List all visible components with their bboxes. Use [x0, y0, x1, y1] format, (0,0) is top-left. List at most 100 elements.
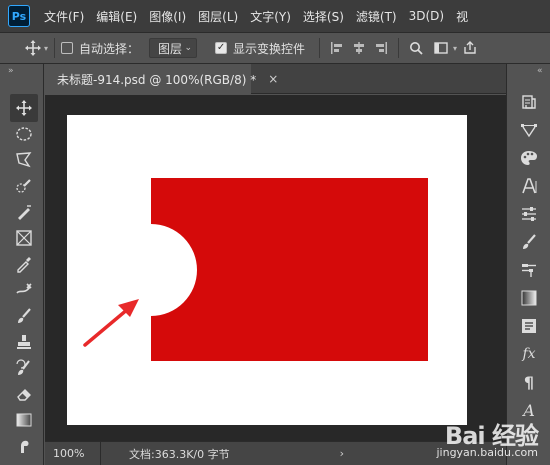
clone-stamp-tool[interactable]	[10, 328, 38, 356]
color-palette-icon	[521, 151, 537, 165]
document-tab-title: 未标题-914.psd @ 100%(RGB/8) *	[57, 72, 257, 87]
gradient-icon	[16, 413, 32, 427]
panel-collapse-grip[interactable]: «	[537, 66, 543, 76]
auto-select-target-value: 图层	[158, 41, 183, 56]
smudge-tool[interactable]	[10, 432, 38, 460]
align-right-icon	[376, 42, 388, 54]
align-center-icon	[354, 42, 365, 54]
eraser-icon	[17, 389, 31, 401]
paragraph-panel-button[interactable]: ¶	[515, 368, 543, 396]
document-tab[interactable]: 未标题-914.psd @ 100%(RGB/8) * ×	[45, 64, 278, 94]
menu-edit[interactable]: 编辑(E)	[90, 8, 143, 25]
show-transform-label: 显示变换控件	[233, 41, 306, 56]
fx-icon: fx	[522, 346, 536, 362]
align-right-button[interactable]	[370, 38, 392, 58]
eraser-tool[interactable]	[10, 380, 38, 408]
quick-selection-icon	[16, 179, 31, 193]
document-info[interactable]: 文档:363.3K/0 字节	[129, 446, 230, 462]
move-icon	[25, 40, 41, 56]
styles-panel-button[interactable]: fx	[515, 340, 543, 368]
panel-collapse-grip[interactable]: »	[0, 64, 43, 78]
menu-layer[interactable]: 图层(L)	[192, 8, 244, 25]
frame-icon	[16, 230, 32, 246]
menu-filter[interactable]: 滤镜(T)	[350, 8, 403, 25]
menu-select[interactable]: 选择(S)	[297, 8, 350, 25]
auto-select-checkbox[interactable]	[61, 42, 74, 54]
history-icon	[522, 95, 536, 109]
libraries-icon	[522, 319, 536, 333]
glyphs-panel-button[interactable]: A	[515, 396, 543, 424]
workspace-button[interactable]	[431, 38, 453, 58]
menu-file[interactable]: 文件(F)	[38, 8, 90, 25]
align-left-button[interactable]	[326, 38, 348, 58]
align-center-button[interactable]	[348, 38, 370, 58]
history-brush-icon	[16, 359, 30, 375]
history-brush-tool[interactable]	[10, 354, 38, 382]
canvas-artwork	[83, 178, 428, 361]
eyedropper-tool[interactable]	[10, 250, 38, 278]
history-panel-button[interactable]	[515, 88, 543, 116]
menu-image[interactable]: 图像(I)	[143, 8, 192, 25]
frame-tool[interactable]	[10, 224, 38, 252]
annotation-arrow	[83, 299, 139, 347]
character-panel-button[interactable]	[515, 172, 543, 200]
ellipse-selection-icon	[16, 127, 32, 141]
chevron-down-icon: ⌄	[184, 43, 193, 53]
workspace-chevron-icon[interactable]: ▾	[453, 44, 457, 53]
menu-bar: Ps 文件(F) 编辑(E) 图像(I) 图层(L) 文字(Y) 选择(S) 滤…	[0, 0, 550, 32]
spot-healing-icon	[16, 283, 32, 294]
close-icon[interactable]: ×	[268, 72, 278, 86]
tools-panel: »	[0, 64, 44, 465]
divider	[319, 38, 321, 58]
options-bar: ▾ 自动选择： 图层 ⌄ ✓ 显示变换控件 ▾	[0, 32, 550, 64]
pilcrow-icon: ¶	[523, 372, 535, 392]
polygonal-lasso-icon	[16, 152, 32, 168]
crop-tool[interactable]	[10, 198, 38, 226]
gradients-panel-button[interactable]	[515, 284, 543, 312]
brush-icon	[18, 308, 31, 323]
lasso-tool[interactable]	[10, 146, 38, 174]
gradient-icon	[521, 290, 537, 306]
photoshop-logo[interactable]: Ps	[8, 5, 30, 27]
workspace-icon	[434, 42, 448, 54]
quick-selection-tool[interactable]	[10, 172, 38, 200]
adjustments-panel-button[interactable]	[515, 200, 543, 228]
preset-chevron-icon[interactable]: ▾	[44, 44, 48, 53]
brush-settings-button[interactable]	[515, 228, 543, 256]
divider	[54, 38, 56, 58]
auto-select-label: 自动选择：	[79, 41, 140, 56]
tool-presets-button[interactable]	[515, 256, 543, 284]
brush-icon	[523, 234, 536, 249]
gradient-tool[interactable]	[10, 406, 38, 434]
menu-view[interactable]: 视	[450, 8, 474, 25]
search-button[interactable]	[405, 38, 427, 58]
status-bar: 100% 文档:363.3K/0 字节 ›	[45, 441, 506, 465]
pen-path-icon	[521, 124, 537, 138]
align-left-icon	[331, 42, 343, 54]
show-transform-checkbox[interactable]: ✓	[215, 42, 228, 54]
divider	[398, 38, 400, 58]
elliptical-marquee-tool[interactable]	[10, 120, 38, 148]
move-tool[interactable]	[10, 94, 38, 122]
share-icon	[464, 41, 476, 54]
red-rectangle-with-notch	[151, 178, 428, 361]
brush-tool[interactable]	[10, 302, 38, 330]
canvas-workspace[interactable]	[45, 95, 506, 441]
move-icon	[16, 100, 32, 116]
menu-3d[interactable]: 3D(D)	[403, 9, 450, 23]
slice-icon	[18, 205, 31, 220]
stamp-icon	[17, 335, 31, 349]
swatches-panel-button[interactable]	[515, 144, 543, 172]
share-button[interactable]	[459, 38, 481, 58]
chevron-right-icon[interactable]: ›	[340, 447, 344, 460]
libraries-panel-button[interactable]	[515, 312, 543, 340]
character-icon	[522, 178, 537, 194]
glyph-a-icon: A	[523, 400, 535, 420]
menu-type[interactable]: 文字(Y)	[244, 8, 297, 25]
eyedropper-icon	[17, 257, 31, 273]
document-canvas[interactable]	[67, 115, 467, 425]
auto-select-target-dropdown[interactable]: 图层 ⌄	[149, 38, 198, 58]
healing-brush-tool[interactable]	[10, 276, 38, 304]
paths-panel-button[interactable]	[515, 116, 543, 144]
zoom-level[interactable]: 100%	[45, 442, 101, 465]
